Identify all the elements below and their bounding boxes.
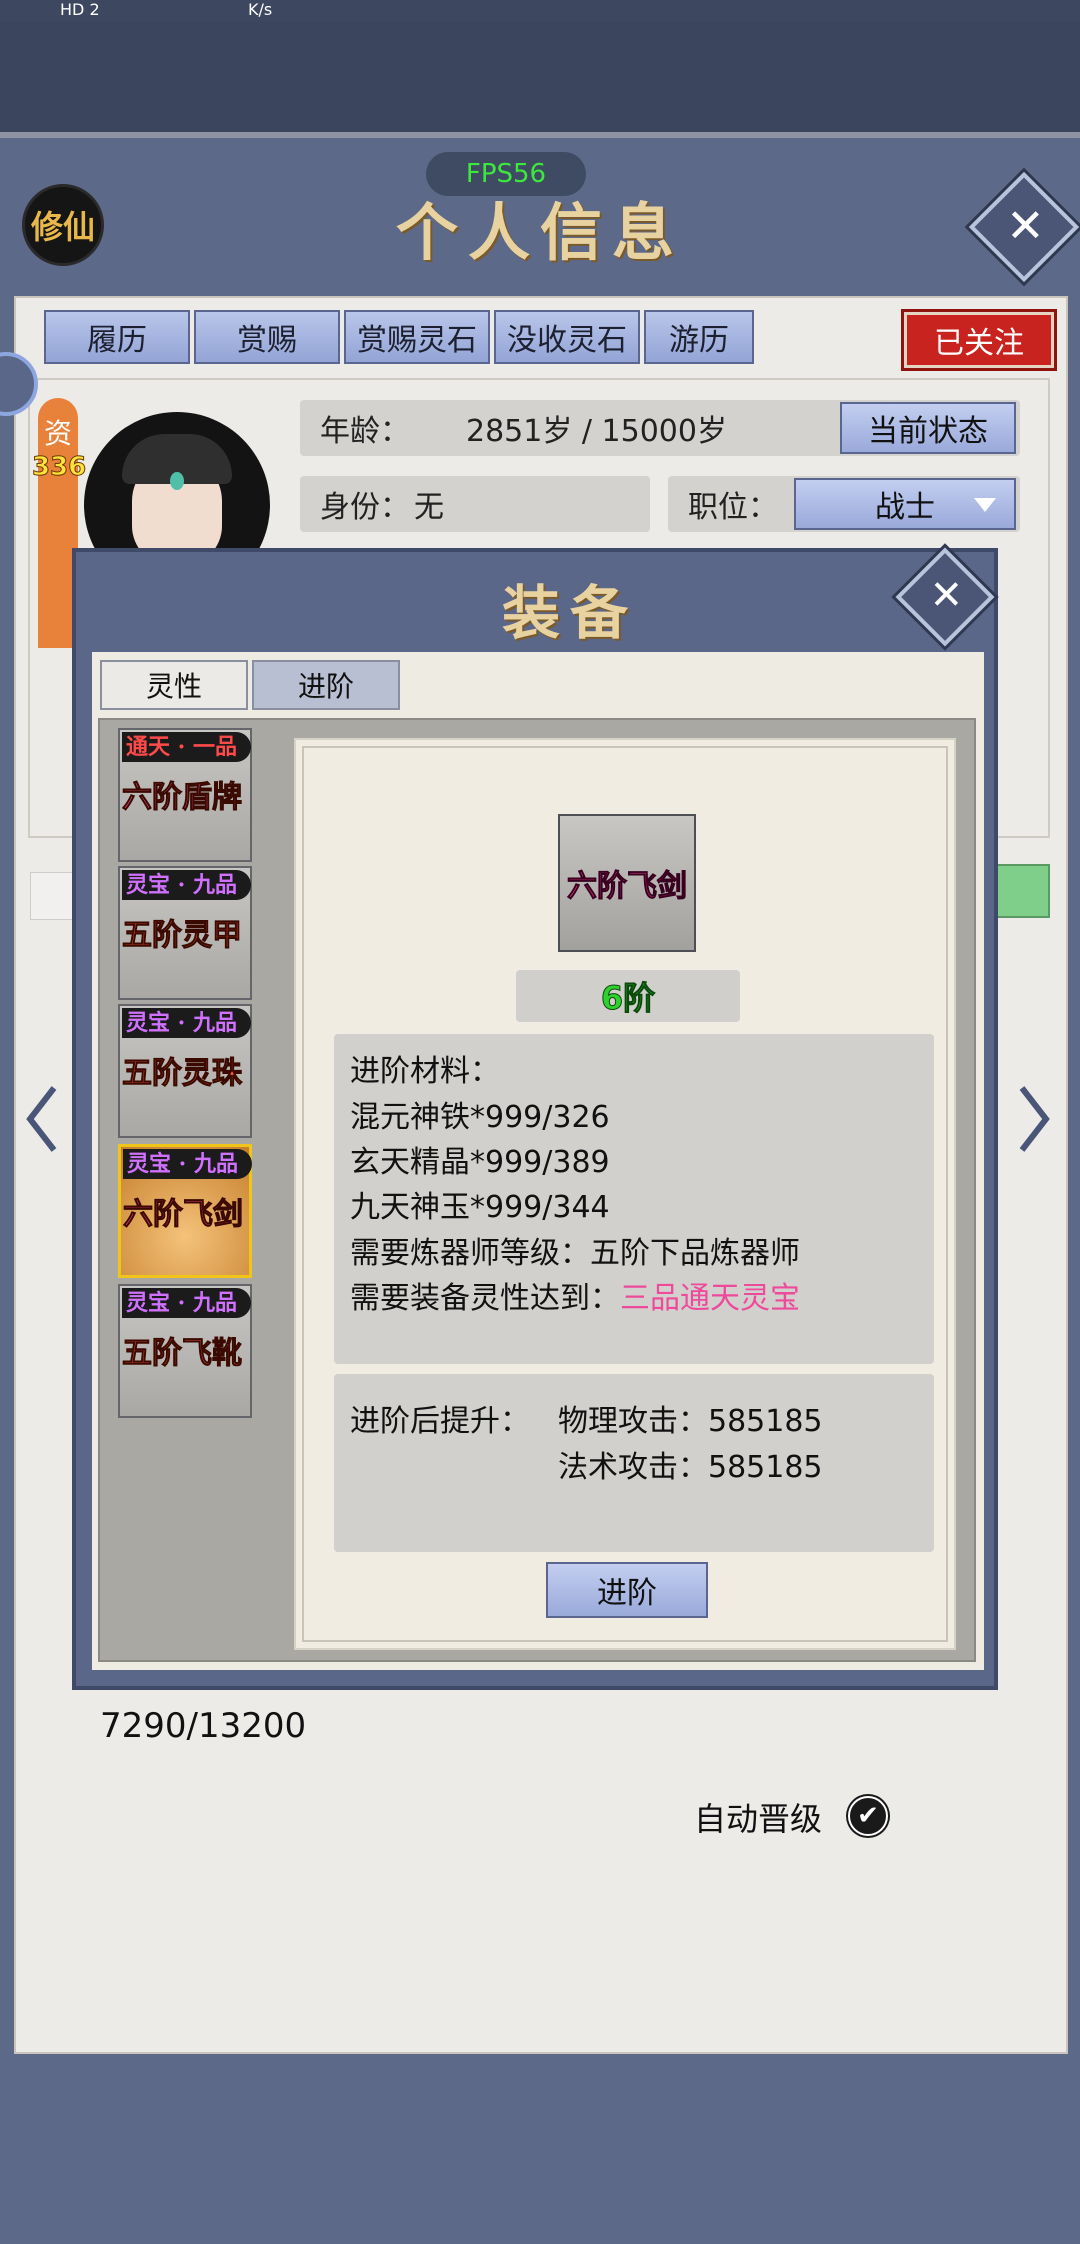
- material-item: 玄天精晶*999/389: [350, 1145, 610, 1180]
- equipment-item-selected[interactable]: 灵宝 · 九品 六阶飞剑: [118, 1144, 252, 1278]
- current-status-button[interactable]: 当前状态: [840, 402, 1016, 454]
- equipment-item[interactable]: 灵宝 · 九品 五阶灵甲: [118, 866, 252, 1000]
- tab-advance[interactable]: 进阶: [252, 660, 400, 710]
- spirit-requirement-value: 三品通天灵宝: [620, 1281, 800, 1316]
- materials-title: 进阶材料：: [350, 1054, 500, 1089]
- spirit-requirement-label: 需要装备灵性达到：: [350, 1281, 620, 1316]
- progress-text: 7290/13200: [100, 1706, 307, 1746]
- tab-travel[interactable]: 游历: [644, 310, 754, 364]
- equipment-item[interactable]: 通天 · 一品 六阶盾牌: [118, 728, 252, 862]
- item-name: 六阶盾牌: [122, 780, 243, 816]
- boost-physical: 物理攻击：585185: [558, 1404, 823, 1439]
- material-item: 九天神玉*999/344: [350, 1190, 610, 1225]
- age-value: 2851岁 / 15000岁: [466, 414, 727, 449]
- selected-item-icon: 六阶飞剑: [558, 814, 696, 952]
- item-name: 五阶灵甲: [122, 918, 243, 954]
- auto-promote-label: 自动晋级: [694, 1800, 823, 1838]
- item-grade: 灵宝 · 九品: [122, 870, 251, 900]
- hidden-tab-right[interactable]: [990, 864, 1050, 918]
- prev-arrow-icon[interactable]: [24, 1084, 60, 1154]
- age-label: 年龄：: [320, 414, 410, 449]
- avatar-gem: [170, 472, 184, 490]
- item-name: 六阶飞剑: [123, 1197, 244, 1233]
- spirit-requirement: 需要装备灵性达到：三品通天灵宝: [350, 1273, 800, 1317]
- status-hd: HD 2: [60, 0, 100, 19]
- identity-value: 无: [414, 490, 444, 525]
- identity-label: 身份：: [320, 490, 410, 525]
- position-select[interactable]: 战士: [794, 478, 1016, 530]
- cultivation-badge[interactable]: 修仙: [22, 184, 104, 266]
- selected-item-name: 六阶飞剑: [567, 869, 688, 905]
- dialog-title: 装备: [501, 579, 638, 647]
- aptitude-value: 336: [31, 452, 87, 483]
- tab-spirit[interactable]: 灵性: [100, 660, 248, 710]
- follow-button[interactable]: 已关注: [904, 312, 1054, 368]
- divider: [0, 132, 1080, 138]
- check-icon: ✔: [857, 1801, 879, 1831]
- tab-reward[interactable]: 赏赐: [194, 310, 340, 364]
- status-bar: HD 2 K/s: [0, 0, 1080, 22]
- item-grade: 灵宝 · 九品: [122, 1288, 251, 1318]
- boost-label: 进阶后提升：: [350, 1404, 530, 1439]
- identity-row: 身份： 无: [300, 476, 650, 532]
- close-icon: ✕: [929, 572, 964, 619]
- status-speed: K/s: [248, 0, 273, 19]
- item-grade: 通天 · 一品: [122, 732, 251, 762]
- equipment-item[interactable]: 灵宝 · 九品 五阶灵珠: [118, 1004, 252, 1138]
- item-name: 五阶飞靴: [122, 1336, 243, 1372]
- close-icon: ✕: [1006, 198, 1045, 253]
- chevron-down-icon: [974, 498, 996, 512]
- aptitude-label: 资: [43, 417, 72, 450]
- app-bar: [0, 22, 1080, 132]
- auto-promote-checkbox[interactable]: ✔: [848, 1796, 888, 1836]
- position-value: 战士: [875, 490, 935, 525]
- tab-resume[interactable]: 履历: [44, 310, 190, 364]
- next-arrow-icon[interactable]: [1016, 1084, 1052, 1154]
- equipment-item[interactable]: 灵宝 · 九品 五阶飞靴: [118, 1284, 252, 1418]
- item-level: 6阶: [516, 970, 740, 1022]
- item-name: 五阶灵珠: [122, 1056, 243, 1092]
- refiner-requirement: 需要炼器师等级：五阶下品炼器师: [350, 1236, 800, 1271]
- position-label: 职位：: [688, 490, 778, 525]
- boost-magic: 法术攻击：585185: [558, 1450, 823, 1485]
- material-item: 混元神铁*999/326: [350, 1100, 610, 1135]
- page-title: 个人信息: [395, 196, 684, 269]
- tab-reward-stones[interactable]: 赏赐灵石: [344, 310, 490, 364]
- advance-button[interactable]: 进阶: [546, 1562, 708, 1618]
- hidden-tab-left[interactable]: [30, 872, 74, 920]
- tab-confiscate-stones[interactable]: 没收灵石: [494, 310, 640, 364]
- item-grade: 灵宝 · 九品: [123, 1149, 252, 1179]
- item-grade: 灵宝 · 九品: [122, 1008, 251, 1038]
